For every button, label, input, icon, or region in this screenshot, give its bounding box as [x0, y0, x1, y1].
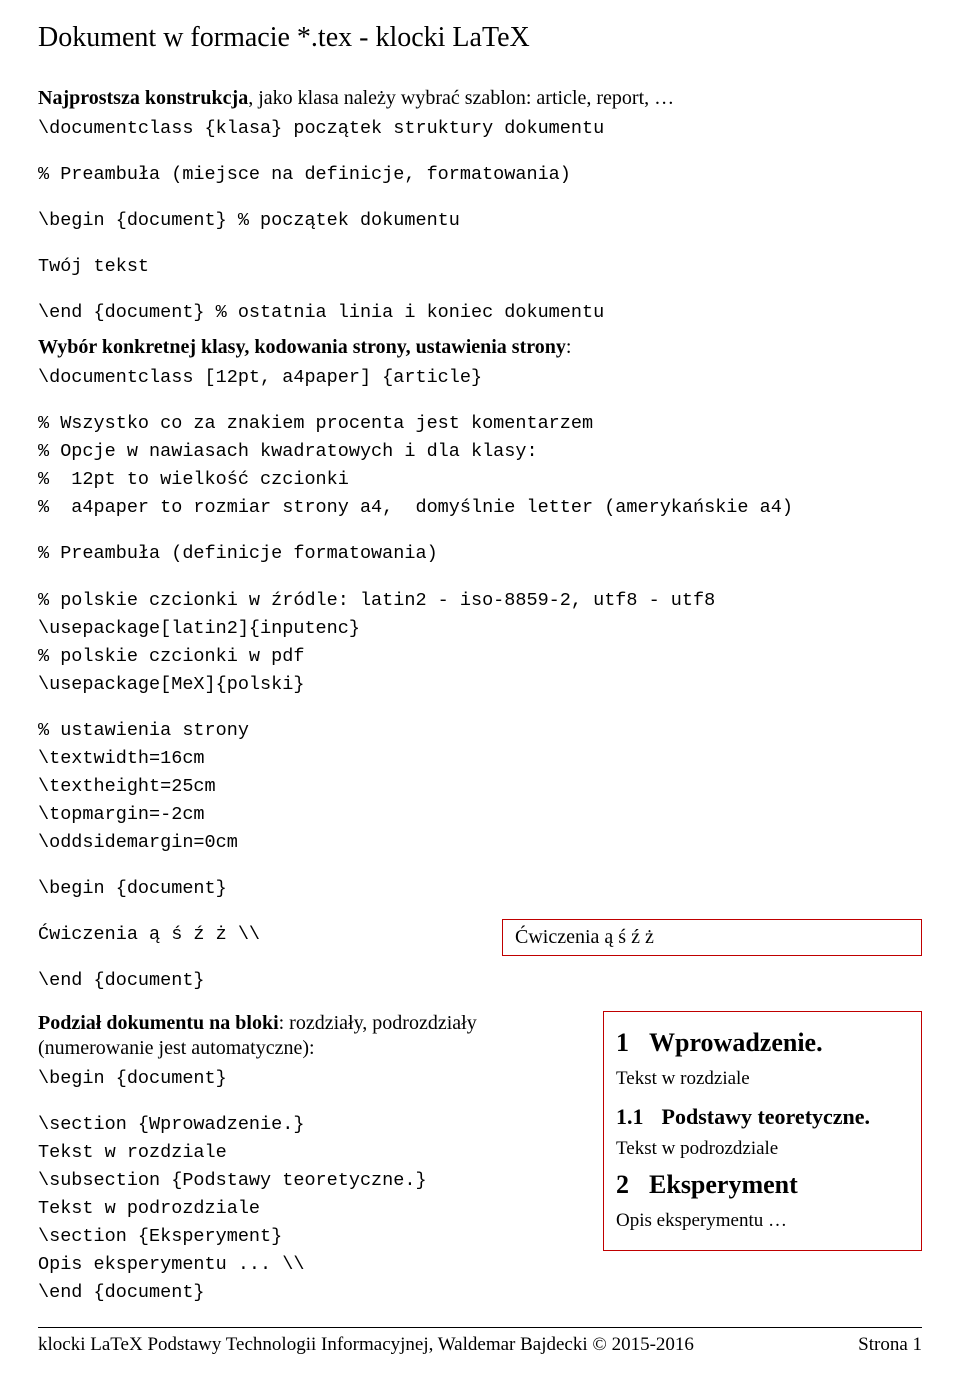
- footer-left: klocki LaTeX Podstawy Technologii Inform…: [38, 1334, 694, 1356]
- render-section-1: 1 Wprowadzenie.: [616, 1028, 909, 1058]
- render-section-1-text: Tekst w rozdziale: [616, 1068, 909, 1090]
- code-block-2-line: % ustawienia strony: [38, 719, 922, 743]
- code-block-3-line: \begin {document}: [38, 1067, 585, 1091]
- code-block-2-line: \begin {document}: [38, 877, 922, 901]
- code-block-2-line: \end {document}: [38, 969, 484, 993]
- heading-2-colon: :: [566, 336, 572, 358]
- page-footer: klocki LaTeX Podstawy Technologii Inform…: [38, 1334, 922, 1370]
- heading-3-bold: Podział dokumentu na bloki: [38, 1012, 279, 1034]
- code-block-1-line: % Preambuła (miejsce na definicje, forma…: [38, 163, 922, 187]
- intro-rest: , jako klasa należy wybrać szablon: arti…: [248, 87, 674, 109]
- render-section-1-num: 1: [616, 1028, 629, 1057]
- footer-page-number: Strona 1: [858, 1334, 922, 1356]
- render-output-1: Ćwiczenia ą ś ź ż: [502, 919, 922, 956]
- render-section-2-title: Eksperyment: [649, 1170, 798, 1199]
- example-row-1: Ćwiczenia ą ś ź ż \\ \end {document} Ćwi…: [38, 919, 922, 997]
- code-block-1-line: \begin {document} % początek dokumentu: [38, 209, 922, 233]
- code-block-1-line: \documentclass {klasa} początek struktur…: [38, 117, 922, 141]
- code-block-3-line: Opis eksperymentu ... \\: [38, 1253, 585, 1277]
- render-output-1-text: Ćwiczenia ą ś ź ż: [515, 926, 654, 948]
- code-block-2-line: \topmargin=-2cm: [38, 803, 922, 827]
- intro-bold: Najprostsza konstrukcja: [38, 87, 248, 109]
- code-block-2-line: % polskie czcionki w pdf: [38, 645, 922, 669]
- render-output-2: 1 Wprowadzenie. Tekst w rozdziale 1.1 Pods…: [603, 1011, 922, 1251]
- render-section-2: 2 Eksperyment: [616, 1170, 909, 1200]
- heading-2: Wybór konkretnej klasy, kodowania strony…: [38, 335, 922, 360]
- render-section-2-num: 2: [616, 1170, 629, 1199]
- heading-3: Podział dokumentu na bloki: rozdziały, p…: [38, 1011, 585, 1061]
- code-block-3-line: Tekst w podrozdziale: [38, 1197, 585, 1221]
- render-subsection-1-1-text: Tekst w podrozdziale: [616, 1138, 909, 1160]
- code-block-2-line: \textheight=25cm: [38, 775, 922, 799]
- intro-paragraph: Najprostsza konstrukcja, jako klasa nale…: [38, 86, 922, 111]
- example-row-2: Podział dokumentu na bloki: rozdziały, p…: [38, 1011, 922, 1309]
- code-block-2-line: % 12pt to wielkość czcionki: [38, 468, 922, 492]
- code-block-2-line: Ćwiczenia ą ś ź ż \\: [38, 923, 484, 947]
- code-block-1-line: \end {document} % ostatnia linia i konie…: [38, 301, 922, 325]
- page-content: Dokument w formacie *.tex - klocki LaTeX…: [0, 0, 960, 1382]
- code-block-2-line: \documentclass [12pt, a4paper] {article}: [38, 366, 922, 390]
- code-block-2-line: % Wszystko co za znakiem procenta jest k…: [38, 412, 922, 436]
- code-block-2-line: % Opcje w nawiasach kwadratowych i dla k…: [38, 440, 922, 464]
- code-block-3-line: \end {document}: [38, 1281, 585, 1305]
- render-section-2-text: Opis eksperymentu …: [616, 1210, 909, 1232]
- code-block-2-line: % Preambuła (definicje formatowania): [38, 542, 922, 566]
- code-block-3-line: \section {Wprowadzenie.}: [38, 1113, 585, 1137]
- render-subsection-1-1-num: 1.1: [616, 1104, 644, 1129]
- code-block-2-line: % polskie czcionki w źródle: latin2 - is…: [38, 589, 922, 613]
- code-block-2-line: \usepackage[MeX]{polski}: [38, 673, 922, 697]
- footer-divider: [38, 1327, 922, 1328]
- code-block-2-line: \usepackage[latin2]{inputenc}: [38, 617, 922, 641]
- code-block-3-line: Tekst w rozdziale: [38, 1141, 585, 1165]
- page-title: Dokument w formacie *.tex - klocki LaTeX: [38, 22, 922, 54]
- code-block-1-line: Twój tekst: [38, 255, 922, 279]
- code-block-3-line: \section {Eksperyment}: [38, 1225, 585, 1249]
- code-block-2-line: % a4paper to rozmiar strony a4, domyślni…: [38, 496, 922, 520]
- heading-2-bold: Wybór konkretnej klasy, kodowania strony…: [38, 336, 566, 358]
- code-block-3-line: \subsection {Podstawy teoretyczne.}: [38, 1169, 585, 1193]
- code-block-2-line: \oddsidemargin=0cm: [38, 831, 922, 855]
- render-section-1-title: Wprowadzenie.: [649, 1028, 823, 1057]
- render-subsection-1-1: 1.1 Podstawy teoretyczne.: [616, 1104, 909, 1130]
- render-subsection-1-1-title: Podstawy teoretyczne.: [662, 1104, 871, 1129]
- code-block-2-line: \textwidth=16cm: [38, 747, 922, 771]
